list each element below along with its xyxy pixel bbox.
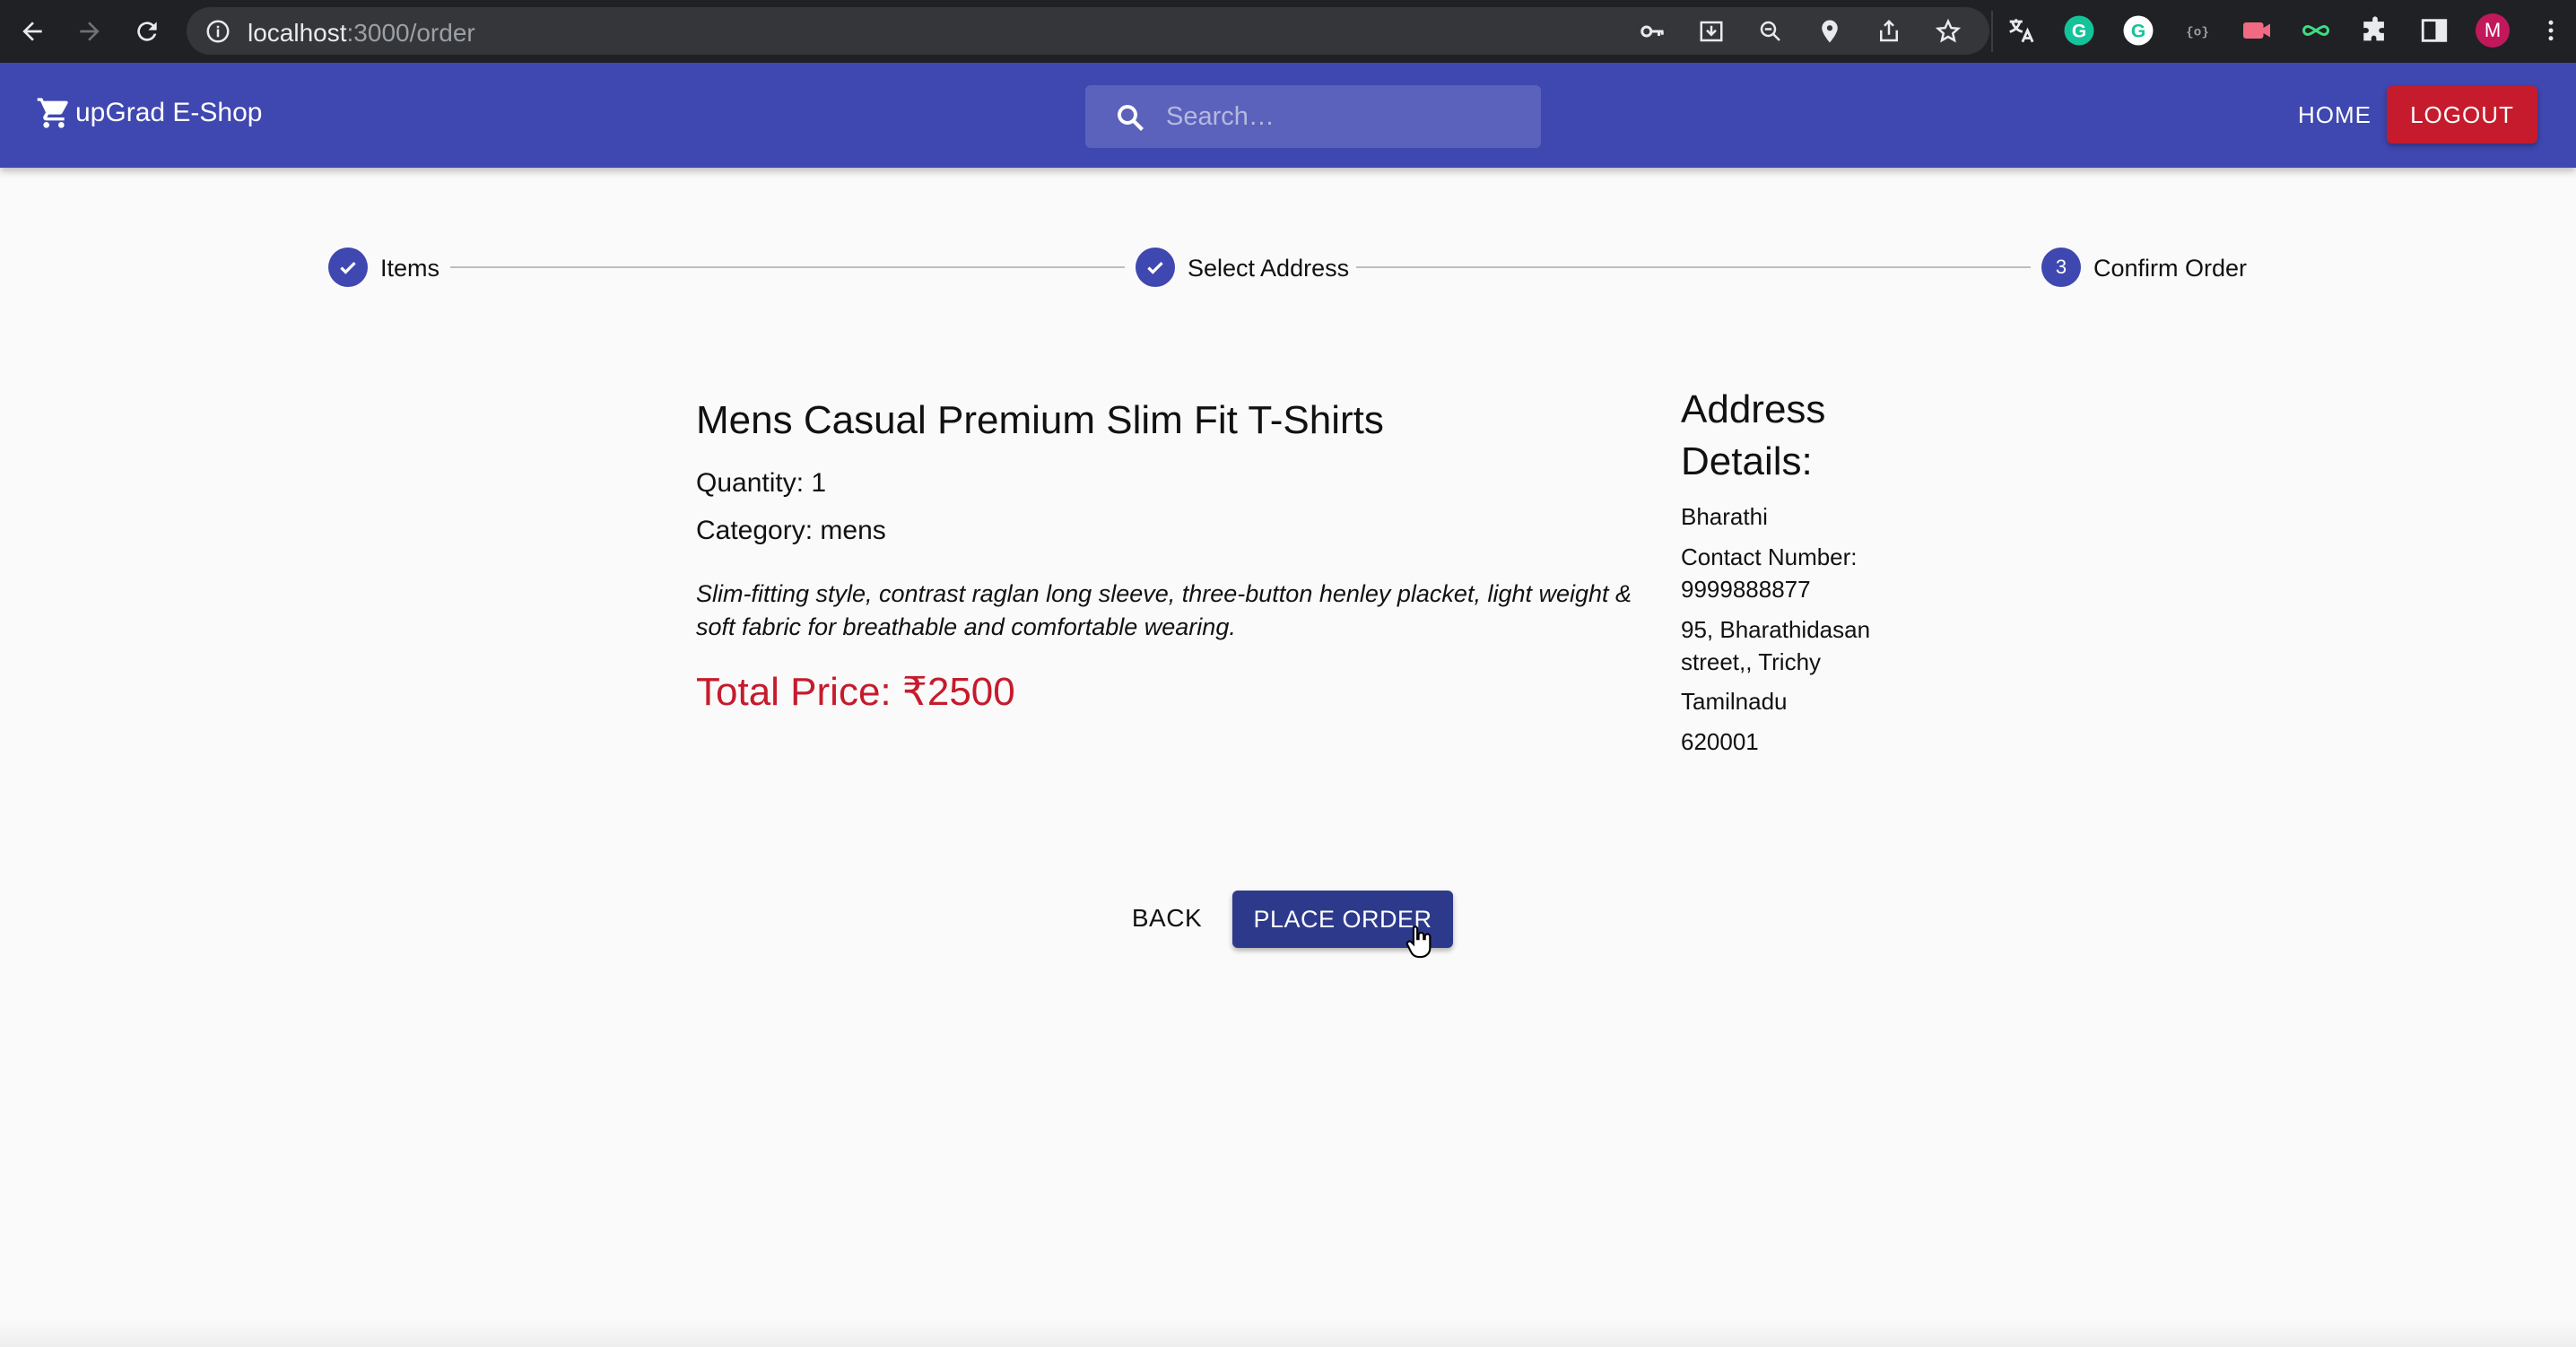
grammarly-alt-icon[interactable]: G bbox=[2120, 13, 2156, 48]
browser-toolbar: localhost:3000/order G G {o} M bbox=[0, 0, 2576, 63]
url-text: localhost:3000/order bbox=[248, 19, 475, 47]
infinity-extension-icon[interactable] bbox=[2298, 13, 2334, 48]
page-bottom-edge bbox=[0, 1318, 2576, 1347]
step-label-confirm-order: Confirm Order bbox=[2093, 255, 2248, 282]
svg-text:G: G bbox=[2072, 22, 2086, 42]
forward-arrow-icon[interactable] bbox=[72, 13, 108, 49]
search-input[interactable] bbox=[1164, 94, 1527, 139]
step-number-badge: 3 bbox=[2041, 248, 2081, 287]
side-panel-icon[interactable] bbox=[2416, 13, 2452, 48]
address-street: 95, Bharathidasan street,, Trichy bbox=[1681, 616, 1871, 675]
grammarly-icon[interactable]: G bbox=[2061, 13, 2097, 48]
zoom-icon[interactable] bbox=[1756, 17, 1785, 46]
step-label-items: Items bbox=[380, 255, 440, 282]
install-app-icon[interactable] bbox=[1697, 17, 1726, 46]
product-name: Mens Casual Premium Slim Fit T-Shirts bbox=[696, 398, 1384, 442]
address-heading: Address Details: bbox=[1681, 387, 1826, 483]
product-description: Slim-fitting style, contrast raglan long… bbox=[696, 580, 1632, 640]
extensions-puzzle-icon[interactable] bbox=[2357, 13, 2393, 48]
share-icon[interactable] bbox=[1875, 17, 1903, 46]
hand-cursor-icon bbox=[1405, 925, 1432, 959]
address-contact: Contact Number: 9999888877 bbox=[1681, 543, 1858, 603]
search-box[interactable] bbox=[1085, 85, 1541, 148]
address-name: Bharathi bbox=[1681, 503, 1768, 530]
check-circle-icon bbox=[328, 248, 368, 287]
checkout-stepper: Items Select Address 3 Confirm Order bbox=[0, 248, 2576, 287]
check-circle-icon bbox=[1136, 248, 1175, 287]
address-state: Tamilnadu bbox=[1681, 688, 1788, 715]
home-button[interactable]: HOME bbox=[2282, 86, 2388, 143]
svg-text:{o}: {o} bbox=[2186, 26, 2209, 40]
step-connector bbox=[450, 266, 1125, 268]
logout-button[interactable]: LOGOUT bbox=[2387, 86, 2537, 143]
shopping-cart-icon bbox=[37, 98, 68, 128]
json-viewer-icon[interactable]: {o} bbox=[2180, 13, 2215, 48]
video-extension-icon[interactable] bbox=[2239, 13, 2275, 48]
address-bar[interactable]: localhost:3000/order bbox=[187, 7, 1989, 55]
browser-menu-icon[interactable] bbox=[2533, 13, 2569, 48]
brand-logo[interactable]: upGrad E-Shop bbox=[36, 95, 262, 131]
app-header: upGrad E-Shop HOME LOGOUT bbox=[0, 63, 2576, 168]
total-price: Total Price: ₹2500 bbox=[696, 670, 1015, 714]
back-button[interactable]: BACK bbox=[1118, 891, 1216, 946]
key-icon[interactable] bbox=[1638, 17, 1667, 46]
profile-avatar[interactable]: M bbox=[2476, 13, 2510, 48]
svg-text:G: G bbox=[2131, 22, 2145, 42]
reload-icon[interactable] bbox=[129, 13, 165, 49]
location-icon[interactable] bbox=[1815, 17, 1844, 46]
address-pincode: 620001 bbox=[1681, 728, 1759, 755]
bookmark-star-icon[interactable] bbox=[1934, 17, 1962, 46]
extension-translate-icon[interactable] bbox=[2002, 13, 2038, 48]
quantity-text: Quantity: 1 bbox=[696, 468, 827, 498]
search-icon bbox=[1118, 105, 1144, 131]
category-text: Category: mens bbox=[696, 516, 886, 545]
step-label-select-address: Select Address bbox=[1188, 255, 1350, 282]
back-arrow-icon[interactable] bbox=[14, 13, 50, 49]
step-connector bbox=[1356, 266, 2031, 268]
site-info-icon[interactable] bbox=[205, 18, 231, 45]
brand-name: upGrad E-Shop bbox=[75, 98, 263, 127]
